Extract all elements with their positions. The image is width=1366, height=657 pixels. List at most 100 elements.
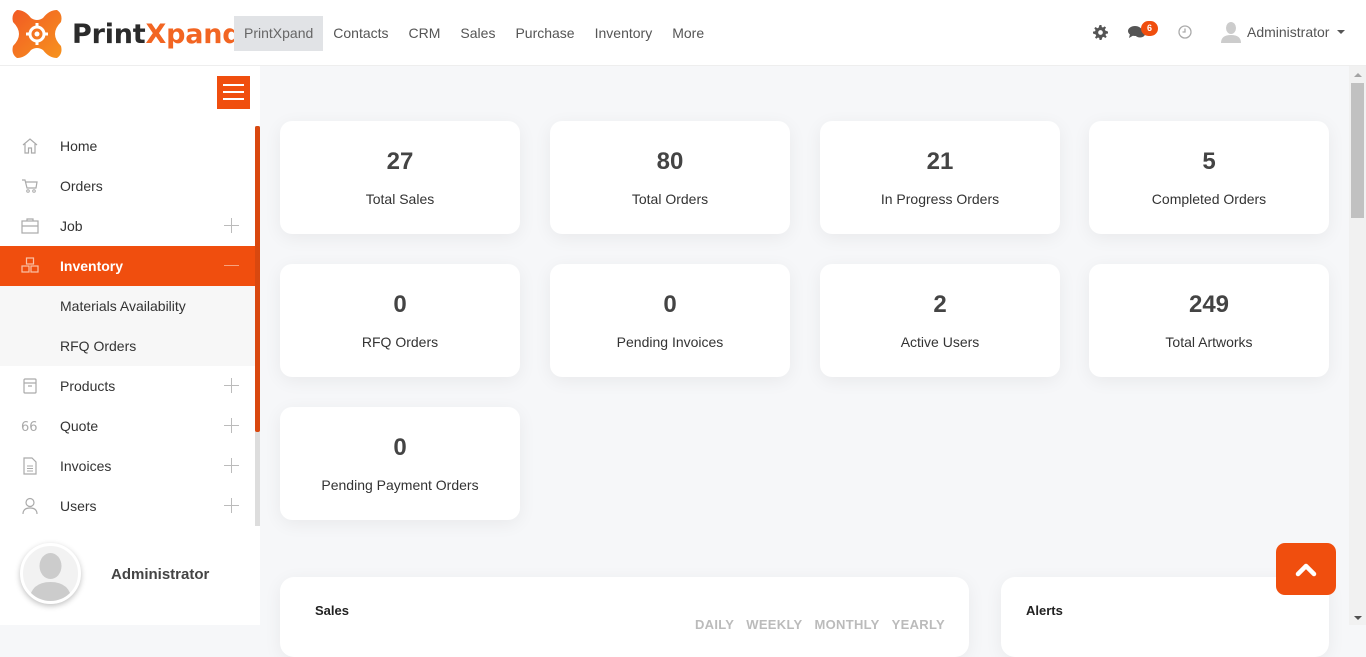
svg-text:66: 66 <box>21 420 38 435</box>
sidebar-item-label: Materials Availability <box>60 298 186 314</box>
profile-name: Administrator <box>111 566 210 583</box>
sidebar-item-label: Users <box>60 498 97 514</box>
stat-label: Pending Payment Orders <box>321 477 479 493</box>
hamburger-icon[interactable] <box>217 76 250 109</box>
sidebar-subitem-rfq-orders[interactable]: RFQ Orders <box>0 326 255 366</box>
stat-card-total-orders[interactable]: 80 Total Orders <box>550 121 790 234</box>
sidebar-item-label: Invoices <box>60 458 112 474</box>
nav-printxpand[interactable]: PrintXpand <box>234 16 324 51</box>
sidebar-item-label: Products <box>60 378 116 394</box>
stat-label: Total Artworks <box>1165 334 1253 350</box>
home-icon <box>22 138 38 154</box>
user-menu[interactable]: Administrator <box>1221 21 1346 43</box>
user-icon <box>22 497 38 515</box>
sidebar-item-quote[interactable]: 66 Quote <box>0 406 255 446</box>
sidebar-item-home[interactable]: Home <box>0 126 255 166</box>
sidebar-menu: Home Orders Job Inventory Materials Avai… <box>0 126 255 526</box>
sidebar-subitem-materials-availability[interactable]: Materials Availability <box>0 286 255 326</box>
sidebar-item-label: Home <box>60 138 98 154</box>
stat-card-pending-payment-orders[interactable]: 0 Pending Payment Orders <box>280 407 520 520</box>
stat-label: Total Orders <box>631 191 709 207</box>
stat-card-completed-orders[interactable]: 5 Completed Orders <box>1089 121 1329 234</box>
stat-value: 27 <box>386 148 414 175</box>
messages-count-badge: 6 <box>1141 21 1158 36</box>
box-icon <box>23 378 37 394</box>
scroll-down-arrow-icon[interactable] <box>1354 616 1362 620</box>
stat-value: 0 <box>663 291 677 318</box>
quote-icon: 66 <box>21 420 38 435</box>
user-avatar-icon <box>1221 22 1241 43</box>
cart-icon <box>22 179 38 193</box>
sidebar-item-products[interactable]: Products <box>0 366 255 406</box>
brand-name-part1: Print <box>72 18 146 50</box>
stat-card-total-sales[interactable]: 27 Total Sales <box>280 121 520 234</box>
stat-value: 0 <box>393 434 407 461</box>
nav-contacts[interactable]: Contacts <box>323 16 398 51</box>
brand-name: PrintXpand <box>72 18 242 50</box>
sidebar-item-label: Quote <box>60 418 99 434</box>
nav-sales[interactable]: Sales <box>450 16 505 51</box>
sidebar: Home Orders Job Inventory Materials Avai… <box>0 66 260 625</box>
sidebar-profile[interactable]: Administrator <box>20 543 260 605</box>
stat-label: RFQ Orders <box>361 334 439 350</box>
page-scrollbar-thumb[interactable] <box>1351 83 1364 218</box>
top-nav: PrintXpand Contacts CRM Sales Purchase I… <box>234 16 714 51</box>
gear-icon[interactable] <box>1093 25 1108 40</box>
chevron-up-icon <box>1295 563 1317 577</box>
nav-more[interactable]: More <box>662 16 714 51</box>
nav-crm[interactable]: CRM <box>399 16 451 51</box>
boxes-icon <box>21 257 39 273</box>
caret-down-icon <box>1337 30 1346 34</box>
stat-label: Total Sales <box>365 191 435 207</box>
expand-plus-icon[interactable] <box>224 458 239 473</box>
briefcase-icon <box>21 218 39 234</box>
stat-label: In Progress Orders <box>880 191 1000 207</box>
stat-value: 0 <box>393 291 407 318</box>
stat-label: Completed Orders <box>1151 191 1267 207</box>
sidebar-item-orders[interactable]: Orders <box>0 166 255 206</box>
stat-value: 2 <box>933 291 947 318</box>
brand-logo[interactable]: PrintXpand <box>11 8 242 60</box>
user-name: Administrator <box>1247 24 1330 40</box>
sidebar-item-invoices[interactable]: Invoices <box>0 446 255 486</box>
avatar-silhouette-icon <box>29 553 72 601</box>
expand-plus-icon[interactable] <box>224 218 239 233</box>
brand-name-part2: Xpand <box>145 18 242 50</box>
stat-card-active-users[interactable]: 2 Active Users <box>820 264 1060 377</box>
avatar <box>20 543 81 604</box>
sidebar-item-label: RFQ Orders <box>60 338 137 354</box>
sidebar-item-inventory[interactable]: Inventory <box>0 246 255 286</box>
stat-card-rfq-orders[interactable]: 0 RFQ Orders <box>280 264 520 377</box>
sidebar-item-label: Inventory <box>60 258 124 274</box>
sales-panel-title: Sales <box>315 603 349 618</box>
sales-panel: Sales DAILY WEEKLY MONTHLY YEARLY <box>280 577 969 657</box>
top-bar: PrintXpand PrintXpand Contacts CRM Sales… <box>0 0 1366 66</box>
logo-mark-icon <box>12 10 62 58</box>
stat-value: 80 <box>656 148 684 175</box>
stat-label: Pending Invoices <box>616 334 724 350</box>
sidebar-item-label: Job <box>60 218 83 234</box>
dashboard-main: 27 Total Sales 80 Total Orders 21 In Pro… <box>260 66 1349 657</box>
scroll-up-arrow-icon[interactable] <box>1354 73 1362 77</box>
sidebar-item-users[interactable]: Users <box>0 486 255 526</box>
alerts-panel-title: Alerts <box>1026 603 1063 618</box>
sidebar-item-job[interactable]: Job <box>0 206 255 246</box>
nav-inventory[interactable]: Inventory <box>585 16 663 51</box>
stat-card-in-progress-orders[interactable]: 21 In Progress Orders <box>820 121 1060 234</box>
nav-purchase[interactable]: Purchase <box>505 16 584 51</box>
expand-plus-icon[interactable] <box>224 418 239 433</box>
scroll-to-top-button[interactable] <box>1276 543 1336 595</box>
stat-card-pending-invoices[interactable]: 0 Pending Invoices <box>550 264 790 377</box>
stat-value: 5 <box>1202 148 1216 175</box>
collapse-minus-icon[interactable] <box>224 258 239 273</box>
stat-label: Active Users <box>900 334 980 350</box>
document-icon <box>23 457 37 475</box>
stat-value: 249 <box>1188 291 1230 318</box>
expand-plus-icon[interactable] <box>224 498 239 513</box>
sidebar-item-label: Orders <box>60 178 103 194</box>
stat-card-total-artworks[interactable]: 249 Total Artworks <box>1089 264 1329 377</box>
page-scrollbar[interactable] <box>1349 66 1366 625</box>
expand-plus-icon[interactable] <box>224 378 239 393</box>
clock-icon[interactable] <box>1178 25 1192 39</box>
stat-value: 21 <box>926 148 954 175</box>
